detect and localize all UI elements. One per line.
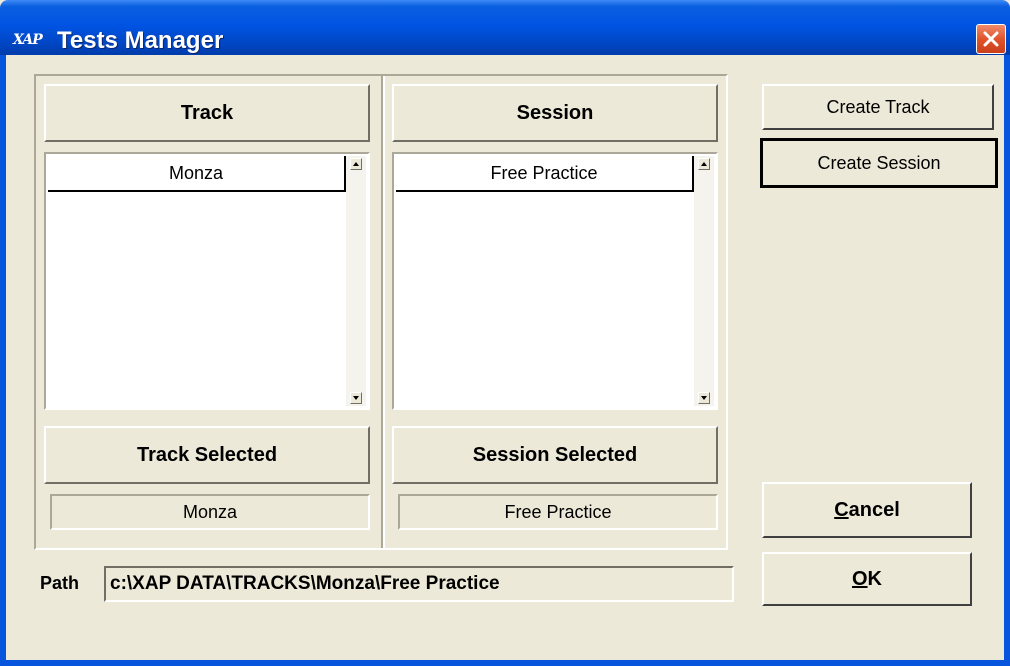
path-field: c:\XAP DATA\TRACKS\Monza\Free Practice [104, 566, 734, 602]
session-scrollbar[interactable] [694, 156, 714, 406]
close-button[interactable] [976, 24, 1006, 54]
arrow-up-icon [353, 162, 359, 166]
tests-manager-window: XAP Tests Manager Track Monza Track Sele… [0, 0, 1010, 666]
session-selected-header: Session Selected [392, 426, 718, 484]
session-header: Session [392, 84, 718, 142]
window-frame-bottom [0, 660, 1010, 666]
create-track-button[interactable]: Create Track [762, 84, 994, 130]
window-frame-left [0, 55, 6, 666]
window-title: Tests Manager [57, 27, 224, 54]
track-selected-value: Monza [50, 494, 370, 530]
track-header: Track [44, 84, 370, 142]
session-selected-value: Free Practice [398, 494, 718, 530]
track-scroll-up-button[interactable] [350, 158, 362, 170]
track-listbox[interactable]: Monza [44, 152, 370, 410]
track-scrollbar[interactable] [346, 156, 366, 406]
session-list-item-free-practice[interactable]: Free Practice [396, 156, 694, 192]
title-bar[interactable]: XAP Tests Manager [0, 0, 1010, 55]
create-session-button[interactable]: Create Session [760, 138, 998, 188]
arrow-up-icon [701, 162, 707, 166]
arrow-down-icon [701, 396, 707, 400]
arrow-down-icon [353, 396, 359, 400]
cancel-mnemonic: C [834, 498, 849, 521]
group-divider [381, 76, 385, 548]
close-x-icon [983, 31, 999, 47]
session-listbox[interactable]: Free Practice [392, 152, 718, 410]
track-list-item-monza[interactable]: Monza [48, 156, 346, 192]
session-scroll-down-button[interactable] [698, 392, 710, 404]
xap-app-icon: XAP [13, 32, 43, 48]
session-scroll-up-button[interactable] [698, 158, 710, 170]
cancel-button[interactable]: Cancel [762, 482, 972, 538]
track-selected-header: Track Selected [44, 426, 370, 484]
ok-button[interactable]: OK [762, 552, 972, 606]
window-frame-right [1004, 55, 1010, 666]
cancel-label: ancel [848, 498, 900, 521]
path-label: Path [40, 573, 80, 593]
track-scroll-down-button[interactable] [350, 392, 362, 404]
ok-mnemonic: O [851, 567, 868, 590]
ok-label: K [867, 567, 882, 590]
